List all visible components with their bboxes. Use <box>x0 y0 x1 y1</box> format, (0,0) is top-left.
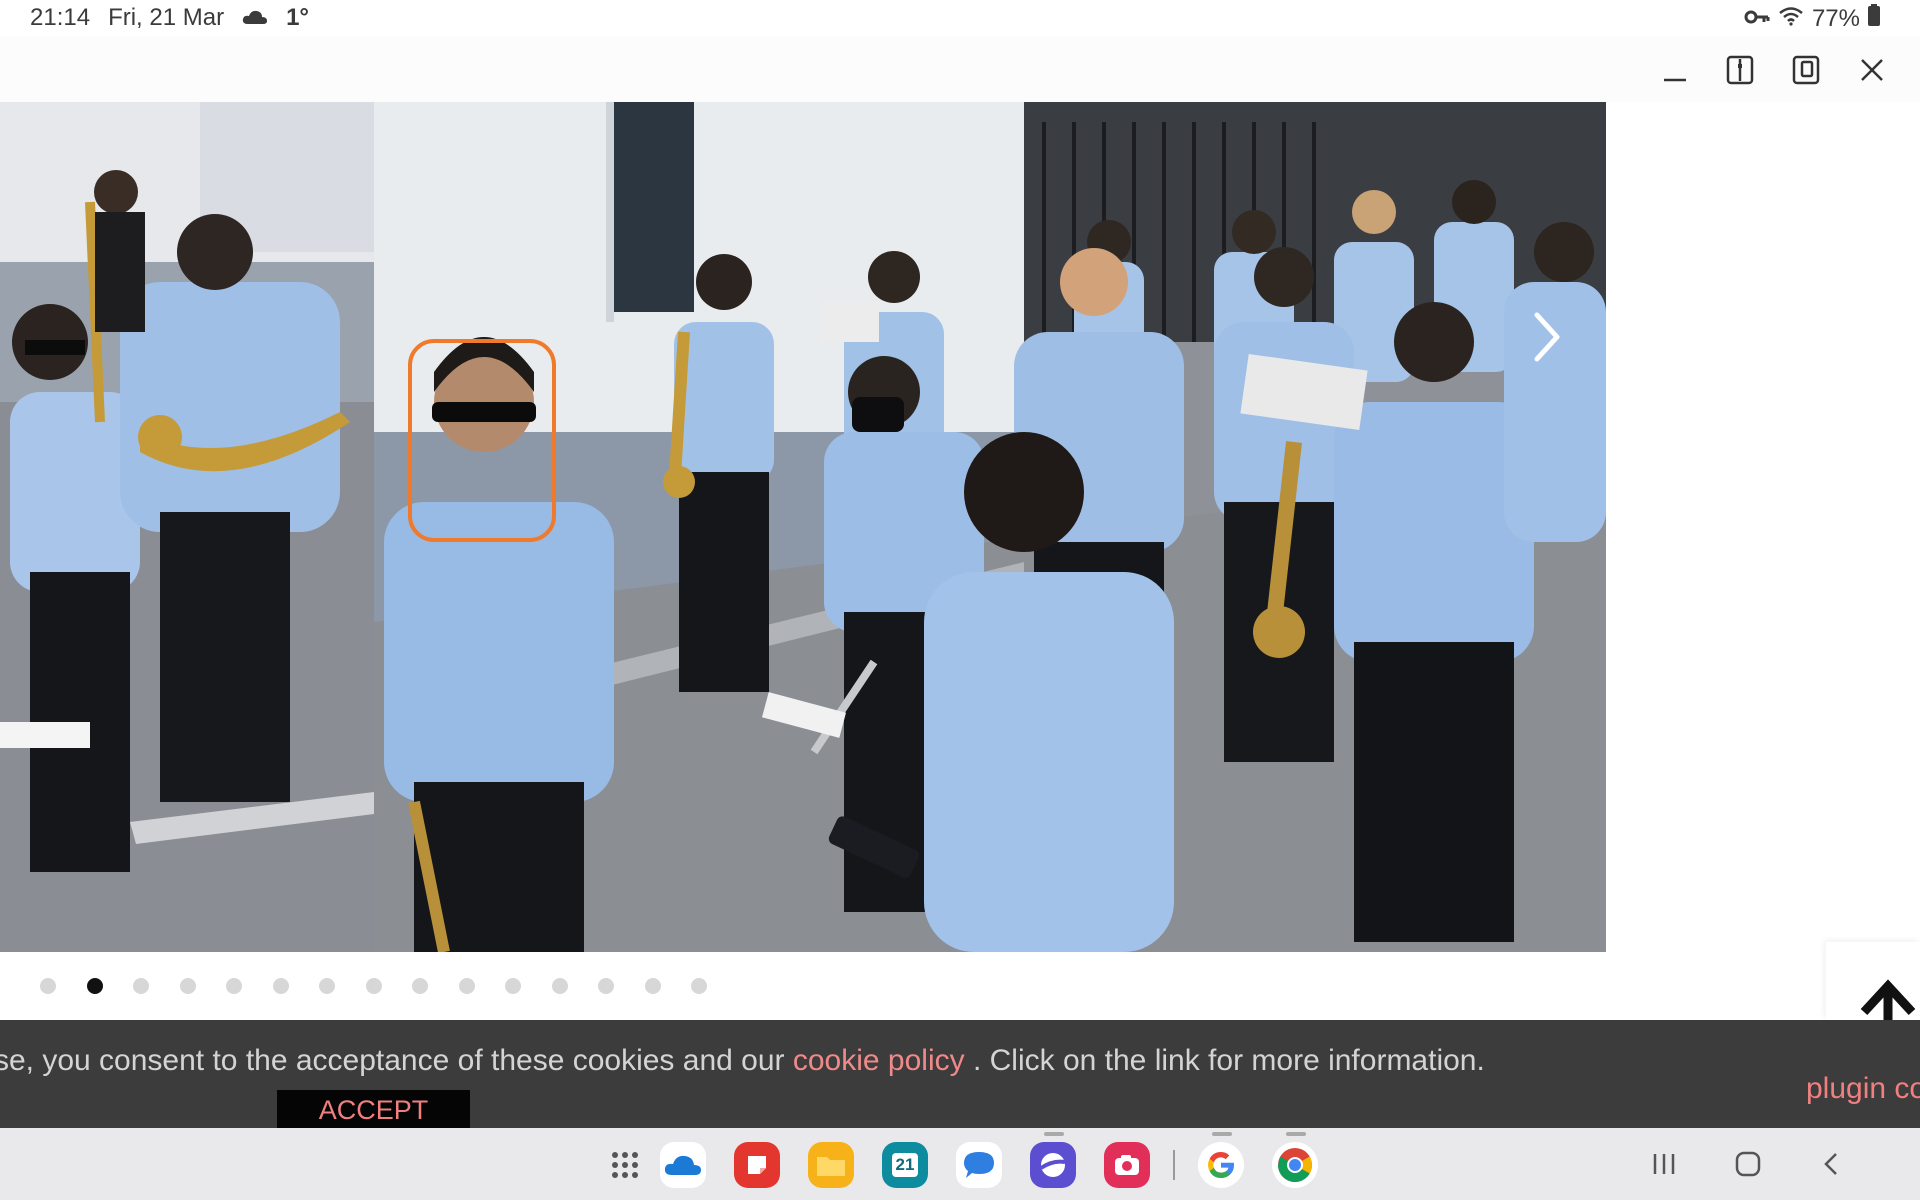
photo-carousel[interactable] <box>0 102 1606 952</box>
screen: 21:14 Fri, 21 Mar 1° 77% se, you consent… <box>0 0 1920 1200</box>
status-temperature: 1° <box>286 4 310 31</box>
chrome-icon[interactable] <box>1272 1142 1318 1188</box>
carousel-dot[interactable] <box>319 978 335 994</box>
status-left: 21:14 Fri, 21 Mar 1° <box>30 4 309 32</box>
carousel-dot[interactable] <box>272 978 289 994</box>
status-bar: 21:14 Fri, 21 Mar 1° 77% <box>0 0 1920 36</box>
files-icon[interactable] <box>808 1142 854 1188</box>
minimize-icon[interactable] <box>1654 50 1694 90</box>
taskbar-divider <box>1173 1150 1175 1180</box>
browser-icon[interactable] <box>1030 1142 1076 1188</box>
carousel-dot[interactable] <box>133 978 149 994</box>
window-controls-bar <box>0 36 1920 102</box>
status-time: 21:14 <box>30 4 91 31</box>
carousel-dot[interactable] <box>598 978 614 994</box>
status-right: 77% <box>1744 4 1880 33</box>
home-icon[interactable] <box>1726 1142 1770 1186</box>
carousel-dot[interactable] <box>179 978 196 994</box>
battery-icon <box>1868 4 1880 33</box>
carousel-dot[interactable] <box>365 978 382 994</box>
face-highlight-box <box>408 339 556 542</box>
split-view-icon[interactable] <box>1720 50 1760 90</box>
popup-view-icon[interactable] <box>1786 50 1826 90</box>
cookie-message: se, you consent to the acceptance of the… <box>0 1044 1485 1078</box>
messages-icon[interactable] <box>956 1142 1002 1188</box>
carousel-dot[interactable] <box>226 978 242 994</box>
recents-icon[interactable] <box>1642 1142 1686 1186</box>
calendar-date-label: 21 <box>891 1153 919 1177</box>
carousel-dot[interactable] <box>458 978 475 994</box>
plugin-link[interactable]: plugin co <box>1806 1072 1920 1106</box>
carousel-dot[interactable] <box>644 978 661 994</box>
camera-icon[interactable] <box>1104 1142 1150 1188</box>
close-icon[interactable] <box>1852 50 1892 90</box>
carousel-dot[interactable] <box>551 978 568 994</box>
notes-icon[interactable] <box>734 1142 780 1188</box>
onedrive-icon[interactable] <box>660 1142 706 1188</box>
calendar-icon[interactable]: 21 <box>882 1142 928 1188</box>
accept-button[interactable]: ACCEPT <box>277 1090 470 1130</box>
taskbar: 21 <box>0 1128 1920 1200</box>
running-indicator <box>1286 1132 1306 1136</box>
cookie-text-before: se, you consent to the acceptance of the… <box>0 1044 793 1077</box>
wifi-icon <box>1778 5 1804 33</box>
carousel-dot[interactable] <box>505 978 521 994</box>
google-icon[interactable] <box>1198 1142 1244 1188</box>
cloud-icon <box>242 4 268 32</box>
cookie-banner: se, you consent to the acceptance of the… <box>0 1020 1920 1130</box>
back-icon[interactable] <box>1810 1142 1854 1186</box>
chevron-right-icon[interactable] <box>1525 307 1569 367</box>
cookie-text-after: . Click on the link for more information… <box>964 1044 1485 1077</box>
carousel-photo-previous <box>0 102 374 952</box>
carousel-dot[interactable] <box>86 978 103 994</box>
carousel-dot[interactable] <box>691 978 707 994</box>
carousel-dot[interactable] <box>412 978 428 994</box>
key-icon <box>1744 5 1770 33</box>
apps-grid-icon[interactable] <box>602 1142 648 1188</box>
running-indicator <box>1212 1132 1232 1136</box>
running-indicator <box>1044 1132 1064 1136</box>
status-date: Fri, 21 Mar <box>108 4 225 31</box>
carousel-photo-main <box>374 102 1606 952</box>
status-battery-text: 77% <box>1811 4 1860 32</box>
carousel-pagination <box>40 978 707 994</box>
cookie-policy-link[interactable]: cookie policy <box>793 1044 965 1077</box>
scroll-top-button[interactable] <box>1826 942 1920 1020</box>
carousel-dot[interactable] <box>40 978 56 994</box>
arrow-up-icon <box>1860 976 1916 1025</box>
